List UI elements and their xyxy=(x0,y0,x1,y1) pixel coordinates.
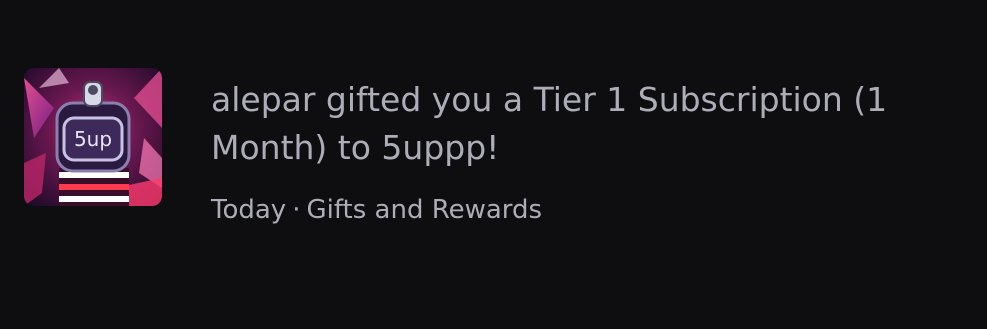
avatar-text: 5up xyxy=(74,127,112,151)
notification-message: alepar gifted you a Tier 1 Subscription … xyxy=(211,80,888,167)
notification-meta: Today · Gifts and Rewards xyxy=(211,192,542,228)
channel-avatar[interactable]: 5up xyxy=(24,68,162,206)
notification-category: Gifts and Rewards xyxy=(306,195,543,225)
meta-separator: · xyxy=(292,195,301,225)
avatar-image: 5up xyxy=(24,68,162,206)
notification-time: Today xyxy=(211,195,287,225)
notification-item[interactable]: 5up alepar gifted you a Tier 1 Subscript… xyxy=(0,0,987,329)
